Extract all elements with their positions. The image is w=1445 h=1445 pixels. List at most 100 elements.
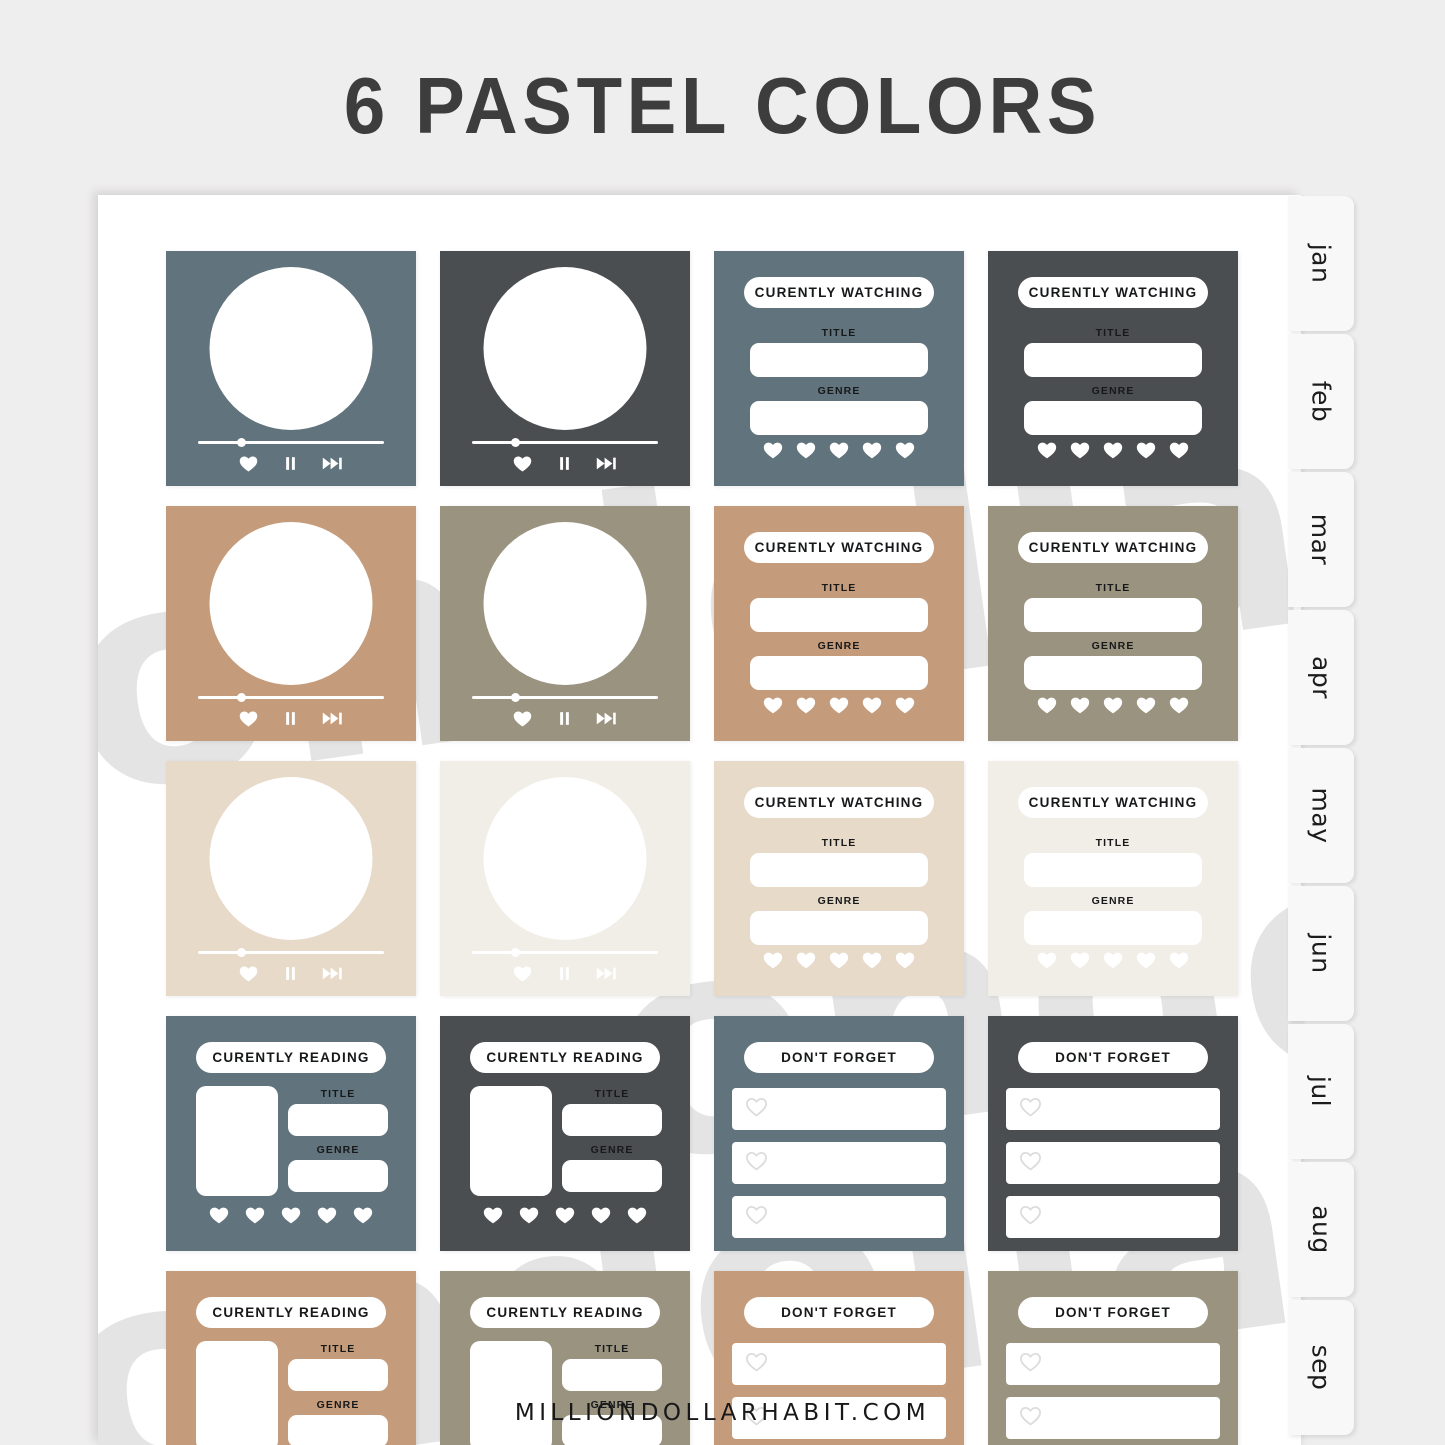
book-cover-placeholder[interactable] <box>196 1086 278 1196</box>
skip-forward-icon[interactable] <box>596 964 618 983</box>
skip-forward-icon[interactable] <box>322 454 344 473</box>
heart-icon[interactable] <box>512 708 533 729</box>
heart-icon[interactable] <box>238 963 259 984</box>
todo-row[interactable] <box>732 1088 946 1130</box>
genre-input[interactable] <box>750 911 928 945</box>
progress-bar[interactable] <box>472 948 658 957</box>
progress-handle[interactable] <box>237 438 247 447</box>
title-input[interactable] <box>1024 853 1202 887</box>
month-tab-jul[interactable]: jul <box>1288 1024 1354 1159</box>
genre-input[interactable] <box>562 1160 662 1192</box>
rating-heart-icon[interactable] <box>316 1204 338 1231</box>
month-tab-may[interactable]: may <box>1288 748 1354 883</box>
progress-handle[interactable] <box>511 948 521 957</box>
todo-row[interactable] <box>1006 1196 1220 1238</box>
sticker-card-currently-reading[interactable]: CURENTLY READING TITLE GENRE <box>440 1016 690 1251</box>
rating-heart-icon[interactable] <box>1069 694 1091 721</box>
rating-heart-icon[interactable] <box>626 1204 648 1231</box>
rating-heart-icon[interactable] <box>1135 439 1157 466</box>
rating-heart-icon[interactable] <box>482 1204 504 1231</box>
progress-handle[interactable] <box>237 693 247 702</box>
genre-input[interactable] <box>750 656 928 690</box>
rating-heart-icon[interactable] <box>894 949 916 976</box>
heart-icon[interactable] <box>238 453 259 474</box>
genre-input[interactable] <box>1024 401 1202 435</box>
title-input[interactable] <box>750 343 928 377</box>
pause-icon[interactable] <box>281 709 300 728</box>
sticker-card-music-player[interactable] <box>166 761 416 996</box>
rating-heart-icon[interactable] <box>554 1204 576 1231</box>
title-input[interactable] <box>750 598 928 632</box>
rating-heart-icon[interactable] <box>352 1204 374 1231</box>
sticker-card-currently-watching[interactable]: CURENTLY WATCHING TITLE GENRE <box>988 251 1238 486</box>
sticker-card-music-player[interactable] <box>166 251 416 486</box>
rating-heart-icon[interactable] <box>1036 949 1058 976</box>
rating-heart-icon[interactable] <box>828 694 850 721</box>
progress-bar[interactable] <box>472 438 658 447</box>
rating-heart-icon[interactable] <box>1135 694 1157 721</box>
todo-row[interactable] <box>1006 1142 1220 1184</box>
sticker-card-currently-watching[interactable]: CURENTLY WATCHING TITLE GENRE <box>714 761 964 996</box>
sticker-card-music-player[interactable] <box>166 506 416 741</box>
rating-heart-icon[interactable] <box>861 694 883 721</box>
rating-heart-icon[interactable] <box>244 1204 266 1231</box>
todo-row[interactable] <box>732 1142 946 1184</box>
todo-row[interactable] <box>732 1196 946 1238</box>
rating-heart-icon[interactable] <box>828 949 850 976</box>
genre-input[interactable] <box>288 1160 388 1192</box>
rating-heart-icon[interactable] <box>861 949 883 976</box>
rating-heart-icon[interactable] <box>1102 949 1124 976</box>
heart-icon[interactable] <box>512 963 533 984</box>
rating-heart-icon[interactable] <box>1069 439 1091 466</box>
rating-heart-icon[interactable] <box>762 694 784 721</box>
sticker-card-music-player[interactable] <box>440 506 690 741</box>
sticker-card-currently-watching[interactable]: CURENTLY WATCHING TITLE GENRE <box>714 251 964 486</box>
rating-heart-icon[interactable] <box>1102 694 1124 721</box>
progress-handle[interactable] <box>511 438 521 447</box>
progress-handle[interactable] <box>237 948 247 957</box>
rating-heart-icon[interactable] <box>208 1204 230 1231</box>
book-cover-placeholder[interactable] <box>470 1341 552 1445</box>
todo-row[interactable] <box>1006 1343 1220 1385</box>
rating-heart-icon[interactable] <box>894 694 916 721</box>
rating-heart-icon[interactable] <box>1102 439 1124 466</box>
sticker-card-dont-forget[interactable]: DON'T FORGET <box>714 1016 964 1251</box>
skip-forward-icon[interactable] <box>322 709 344 728</box>
rating-heart-icon[interactable] <box>1168 694 1190 721</box>
book-cover-placeholder[interactable] <box>196 1341 278 1445</box>
genre-input[interactable] <box>750 401 928 435</box>
progress-bar[interactable] <box>198 948 384 957</box>
rating-heart-icon[interactable] <box>1069 949 1091 976</box>
progress-bar[interactable] <box>198 438 384 447</box>
rating-heart-icon[interactable] <box>861 439 883 466</box>
rating-heart-icon[interactable] <box>762 949 784 976</box>
sticker-card-music-player[interactable] <box>440 251 690 486</box>
pause-icon[interactable] <box>281 454 300 473</box>
pause-icon[interactable] <box>555 709 574 728</box>
sticker-card-dont-forget[interactable]: DON'T FORGET <box>988 1016 1238 1251</box>
genre-input[interactable] <box>1024 911 1202 945</box>
rating-heart-icon[interactable] <box>795 949 817 976</box>
month-tab-apr[interactable]: apr <box>1288 610 1354 745</box>
sticker-card-music-player[interactable] <box>440 761 690 996</box>
title-input[interactable] <box>288 1359 388 1391</box>
pause-icon[interactable] <box>281 964 300 983</box>
title-input[interactable] <box>562 1104 662 1136</box>
todo-row[interactable] <box>732 1343 946 1385</box>
rating-heart-icon[interactable] <box>518 1204 540 1231</box>
sticker-card-currently-watching[interactable]: CURENTLY WATCHING TITLE GENRE <box>988 761 1238 996</box>
rating-heart-icon[interactable] <box>280 1204 302 1231</box>
rating-heart-icon[interactable] <box>828 439 850 466</box>
month-tab-jun[interactable]: jun <box>1288 886 1354 1021</box>
skip-forward-icon[interactable] <box>596 709 618 728</box>
rating-heart-icon[interactable] <box>795 694 817 721</box>
rating-heart-icon[interactable] <box>1168 949 1190 976</box>
skip-forward-icon[interactable] <box>596 454 618 473</box>
rating-heart-icon[interactable] <box>590 1204 612 1231</box>
rating-heart-icon[interactable] <box>894 439 916 466</box>
title-input[interactable] <box>750 853 928 887</box>
skip-forward-icon[interactable] <box>322 964 344 983</box>
title-input[interactable] <box>1024 343 1202 377</box>
todo-row[interactable] <box>1006 1088 1220 1130</box>
pause-icon[interactable] <box>555 454 574 473</box>
